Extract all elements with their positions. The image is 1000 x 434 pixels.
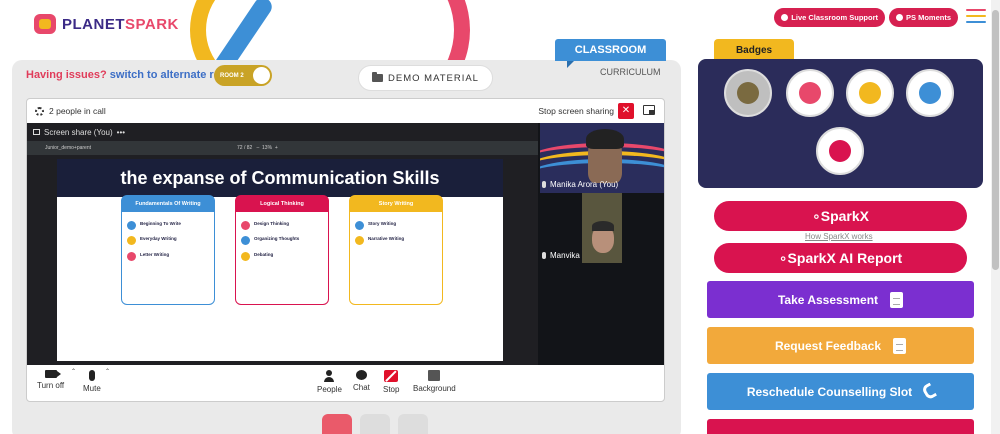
- card-item: Letter Writing: [127, 251, 214, 261]
- take-assessment-button[interactable]: Take Assessment: [707, 281, 974, 318]
- participant-tiles: Manika Arora (You) Manvika: [538, 123, 664, 365]
- reschedule-counselling-button[interactable]: Reschedule Counselling Slot: [707, 373, 974, 410]
- logo-mark-icon: [34, 14, 56, 34]
- participant-label-you: Manika Arora (You): [542, 180, 618, 189]
- card-fundamentals: Fundamentals Of Writing Beginning To Wri…: [121, 195, 215, 305]
- slide-title: the expanse of Communication Skills: [57, 159, 503, 197]
- screen-share-view: Screen share (You) ••• Junior_demo+paren…: [27, 123, 538, 365]
- badge-icon[interactable]: [724, 69, 772, 117]
- participant-tile-manvika[interactable]: [582, 193, 622, 263]
- issues-text: Having issues? switch to alternate room: [26, 69, 237, 81]
- participant-video: [586, 129, 624, 183]
- how-sparkx-works-link[interactable]: How SparkX works: [805, 232, 873, 241]
- badge-icon[interactable]: [786, 69, 834, 117]
- card-item: Design Thinking: [241, 221, 328, 230]
- issues-question: Having issues?: [26, 69, 107, 81]
- app-root: PLANETSPARK Live Classroom Support PS Mo…: [0, 0, 1000, 434]
- mute-button[interactable]: Mute ⌃: [83, 369, 110, 393]
- phone-icon: [921, 382, 938, 401]
- background-button[interactable]: Background: [413, 370, 456, 393]
- palette-button[interactable]: [398, 414, 428, 434]
- video-call-window: 2 people in call Stop screen sharing ✕ S…: [26, 98, 665, 402]
- slide-cards: Fundamentals Of Writing Beginning To Wri…: [121, 195, 443, 305]
- mic-icon: [542, 252, 546, 259]
- clipboard-icon: [890, 291, 904, 308]
- more-options-icon[interactable]: •••: [117, 128, 125, 137]
- microphone-icon: [88, 370, 95, 381]
- live-dot-icon: [781, 14, 789, 21]
- participant-label-manvika: Manvika: [542, 251, 580, 260]
- request-feedback-button[interactable]: Request Feedback: [707, 327, 974, 364]
- people-button[interactable]: People: [317, 370, 342, 394]
- card-item: Debating: [241, 251, 328, 261]
- call-toolbar: 2 people in call Stop screen sharing ✕: [27, 99, 664, 123]
- whiteboard-button[interactable]: [360, 414, 390, 434]
- demo-material-button[interactable]: DEMO MATERIAL: [358, 65, 493, 91]
- partial-action-button[interactable]: [707, 419, 974, 434]
- people-count: 2 people in call: [49, 106, 106, 116]
- tab-curriculum[interactable]: CURRICULUM: [600, 67, 661, 77]
- chevron-down-icon[interactable]: ⌃: [105, 368, 110, 375]
- sparkx-ai-report-button[interactable]: ∘SparkX AI Report: [714, 243, 967, 273]
- badges-panel: [698, 59, 983, 188]
- toggle-knob: [253, 67, 270, 84]
- card-item: Everyday Writing: [127, 236, 214, 246]
- card-story-writing: Story Writing Story Writing Narrative Wr…: [349, 195, 443, 305]
- pdf-slide: the expanse of Communication Skills Fund…: [57, 159, 503, 361]
- stop-sharing-close-icon[interactable]: ✕: [618, 103, 634, 119]
- badge-icon[interactable]: [816, 127, 864, 175]
- badge-icon[interactable]: [846, 69, 894, 117]
- moments-dot-icon: [895, 14, 903, 21]
- monitor-icon: [33, 129, 40, 135]
- logo-text: PLANETSPARK: [62, 15, 179, 33]
- badge-icon[interactable]: [906, 69, 954, 117]
- tab-classroom[interactable]: CLASSROOM: [555, 39, 666, 68]
- camera-icon: [44, 370, 61, 378]
- live-support-button[interactable]: Live Classroom Support: [774, 8, 885, 27]
- background-icon: [428, 370, 441, 381]
- power-button[interactable]: [322, 414, 352, 434]
- stop-share-button[interactable]: Stop: [383, 370, 399, 394]
- stop-sharing-label[interactable]: Stop screen sharing: [538, 106, 614, 116]
- room-label: ROOM 2: [220, 72, 244, 79]
- pdf-filename: Junior_demo+parent: [45, 145, 92, 151]
- pdf-page-indicator: 72 / 82 – 13% +: [237, 145, 278, 151]
- camera-button[interactable]: Turn off ⌃: [37, 369, 76, 390]
- sparkx-button[interactable]: ∘SparkX: [714, 201, 967, 231]
- call-controls: Turn off ⌃ Mute ⌃ People Chat Stop Backg…: [27, 365, 664, 401]
- people-icon: [324, 370, 335, 382]
- card-item: Beginning To Write: [127, 221, 214, 230]
- expand-button[interactable]: [284, 414, 314, 434]
- scrollbar[interactable]: [991, 0, 1000, 434]
- hamburger-menu-icon[interactable]: [966, 9, 986, 27]
- card-item: Organizing Thoughts: [241, 236, 328, 246]
- room-toggle[interactable]: ROOM 2: [214, 65, 272, 86]
- chevron-down-icon[interactable]: ⌃: [71, 368, 76, 375]
- bottom-toolbar: [284, 414, 428, 434]
- card-item: Narrative Writing: [355, 236, 442, 246]
- chat-icon: [355, 370, 367, 380]
- stop-share-icon: [384, 370, 399, 382]
- scroll-thumb[interactable]: [992, 10, 999, 270]
- card-item: Story Writing: [355, 221, 442, 230]
- gear-icon[interactable]: [35, 106, 44, 116]
- folder-icon: [372, 72, 384, 82]
- document-icon: [893, 337, 907, 354]
- badges-tab: Badges: [714, 39, 794, 61]
- participant-video: [592, 221, 614, 253]
- card-logical-thinking: Logical Thinking Design Thinking Organiz…: [235, 195, 329, 305]
- planetspark-logo[interactable]: PLANETSPARK: [34, 14, 179, 34]
- top-actions: Live Classroom Support PS Moments: [774, 8, 958, 27]
- screen-share-title: Screen share (You) •••: [27, 123, 538, 141]
- mic-icon: [542, 181, 546, 188]
- pdf-toolbar: Junior_demo+parent 72 / 82 – 13% +: [27, 141, 538, 155]
- picture-in-picture-icon[interactable]: [643, 105, 655, 115]
- chat-button[interactable]: Chat: [353, 370, 370, 392]
- ps-moments-button[interactable]: PS Moments: [888, 8, 958, 27]
